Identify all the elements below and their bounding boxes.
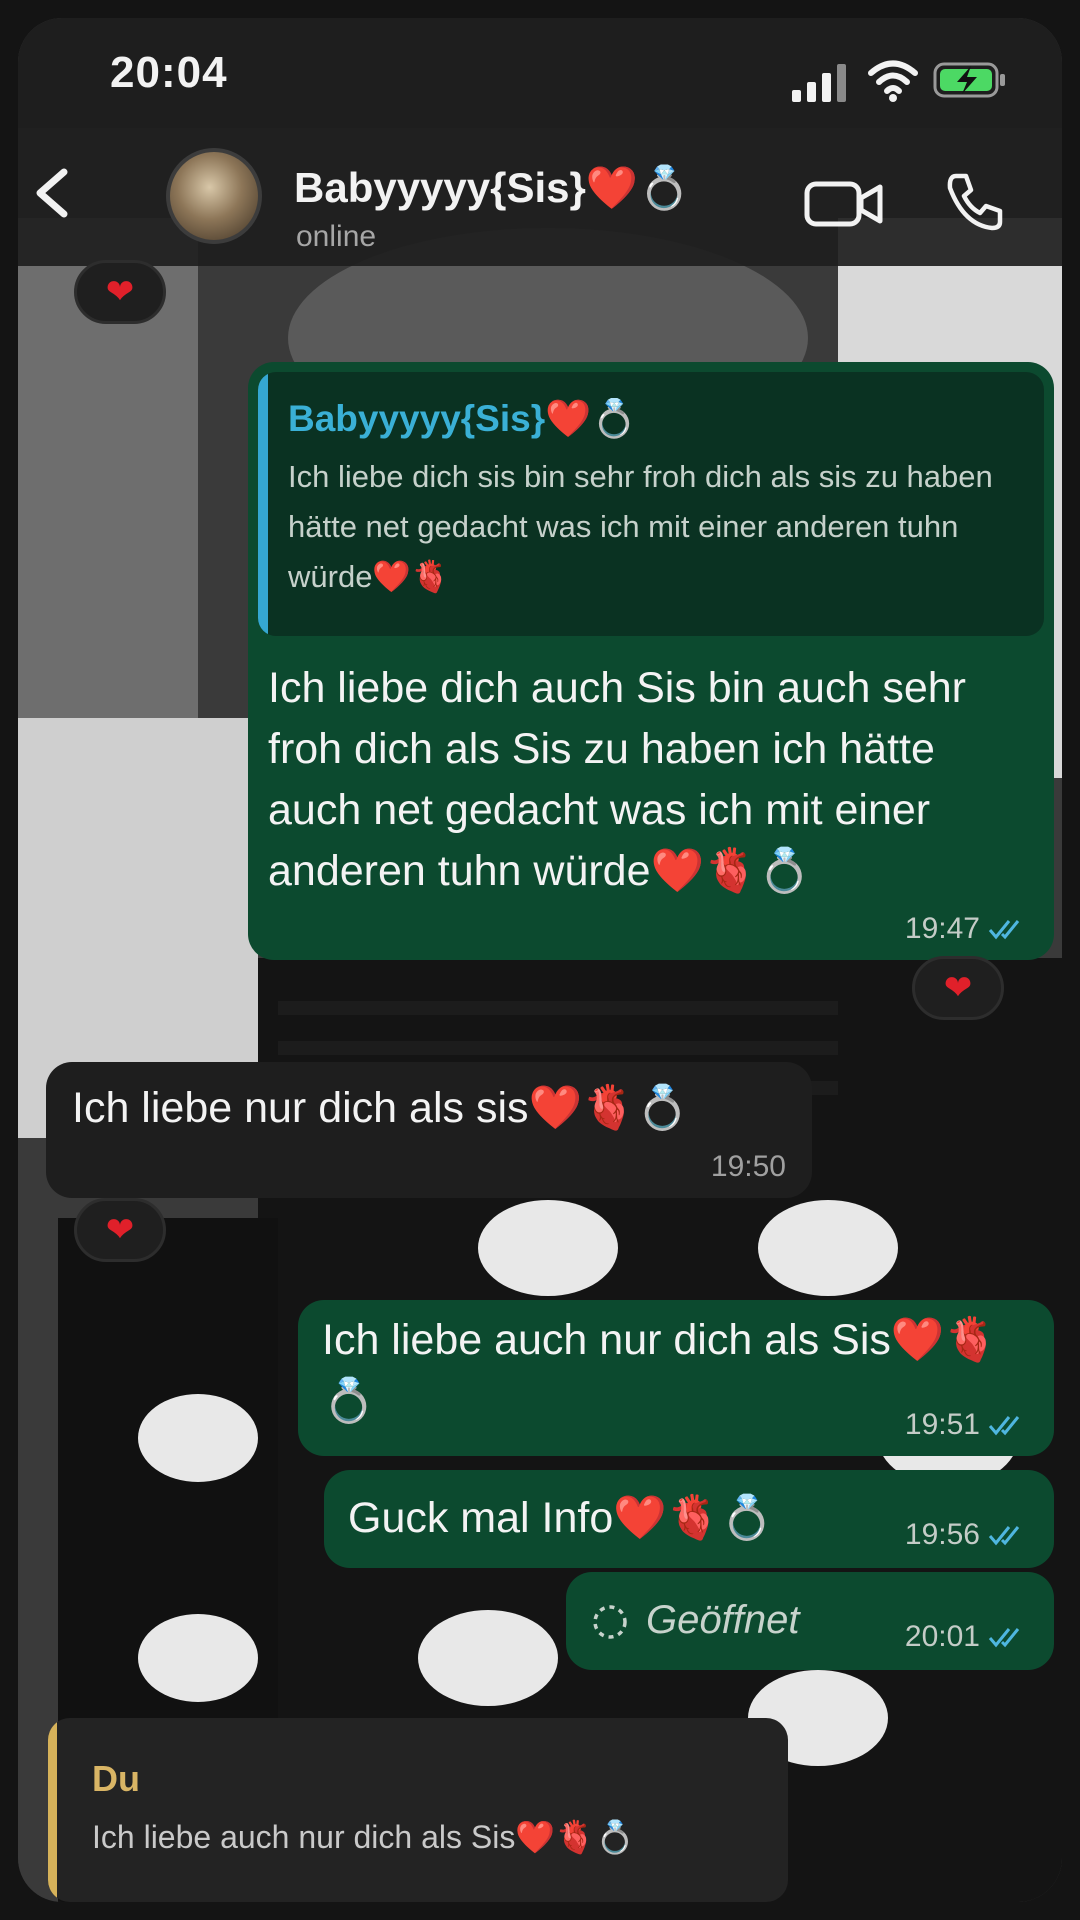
read-receipt-icon [988,1416,1020,1436]
reaction-heart: ❤ [105,273,135,311]
reply-preview[interactable]: Du Ich liebe auch nur dich als Sis❤️🫀💍 [48,1718,788,1902]
quote-author: Babyyyyy{Sis}❤️💍 [288,398,638,439]
phone-call-icon[interactable] [942,170,1006,234]
chat-header: Babyyyyy{Sis}❤️💍 online [18,128,1062,266]
message-text: Ich liebe dich auch Sis bin auch sehr fr… [268,664,966,895]
quote-accent-bar [258,372,268,636]
status-time: 20:04 [110,48,228,97]
quote-text: Ich liebe dich sis bin sehr froh dich al… [288,459,993,594]
view-once-message[interactable]: Geöffnet 20:01 [566,1572,1054,1670]
status-bar: 20:04 [18,18,1062,128]
message-time: 19:51 [904,1408,980,1441]
cellular-signal-icon [792,64,846,102]
read-receipt-icon [988,920,1020,940]
message-reaction[interactable]: ❤ [912,956,1004,1020]
contact-avatar[interactable] [166,148,262,244]
video-call-icon[interactable] [804,176,884,232]
message-meta: 20:01 [905,1620,1028,1654]
view-once-status: Geöffnet [590,1598,799,1643]
contact-name[interactable]: Babyyyyy{Sis}❤️💍 [294,164,690,213]
message-meta: 19:47 [905,912,1028,946]
message-time: 19:56 [904,1518,980,1551]
read-receipt-icon [988,1526,1020,1546]
view-once-icon [593,1605,627,1640]
message-meta: 19:51 [905,1408,1028,1442]
contact-status: online [296,220,377,253]
wifi-icon [868,60,918,102]
incoming-message[interactable]: Ich liebe nur dich als sis❤️🫀💍 19:50 [46,1062,812,1198]
message-time: 20:01 [904,1620,980,1653]
battery-charging-icon [933,62,1005,98]
outgoing-message[interactable]: Ich liebe auch nur dich als Sis❤️🫀💍 19:5… [298,1300,1054,1456]
message-text: Ich liebe nur dich als sis❤️🫀💍 [72,1084,690,1132]
reaction-heart: ❤ [943,969,973,1007]
reply-author: Du [92,1758,140,1799]
back-chevron-icon[interactable] [20,158,80,228]
quoted-message[interactable]: Babyyyyy{Sis}❤️💍 Ich liebe dich sis bin … [258,372,1044,636]
reply-accent-bar [48,1718,57,1902]
read-receipt-icon [988,1628,1020,1648]
message-reaction[interactable]: ❤ [74,1198,166,1262]
message-time: 19:47 [904,912,980,945]
message-meta: 19:50 [711,1150,786,1184]
message-reaction[interactable]: ❤ [74,260,166,324]
message-meta: 19:56 [905,1518,1028,1552]
message-text: Guck mal Info❤️🫀💍 [348,1494,774,1542]
outgoing-message[interactable]: Guck mal Info❤️🫀💍 19:56 [324,1470,1054,1568]
opened-label: Geöffnet [646,1598,800,1642]
reply-text: Ich liebe auch nur dich als Sis❤️🫀💍 [92,1819,635,1855]
reaction-heart: ❤ [105,1211,135,1249]
message-time: 19:50 [710,1150,786,1183]
phone-screen: 20:04 Babyyyyy{Sis}❤️💍 online ❤ Babyyyyy… [18,18,1062,1902]
outgoing-message[interactable]: Babyyyyy{Sis}❤️💍 Ich liebe dich sis bin … [248,362,1054,960]
